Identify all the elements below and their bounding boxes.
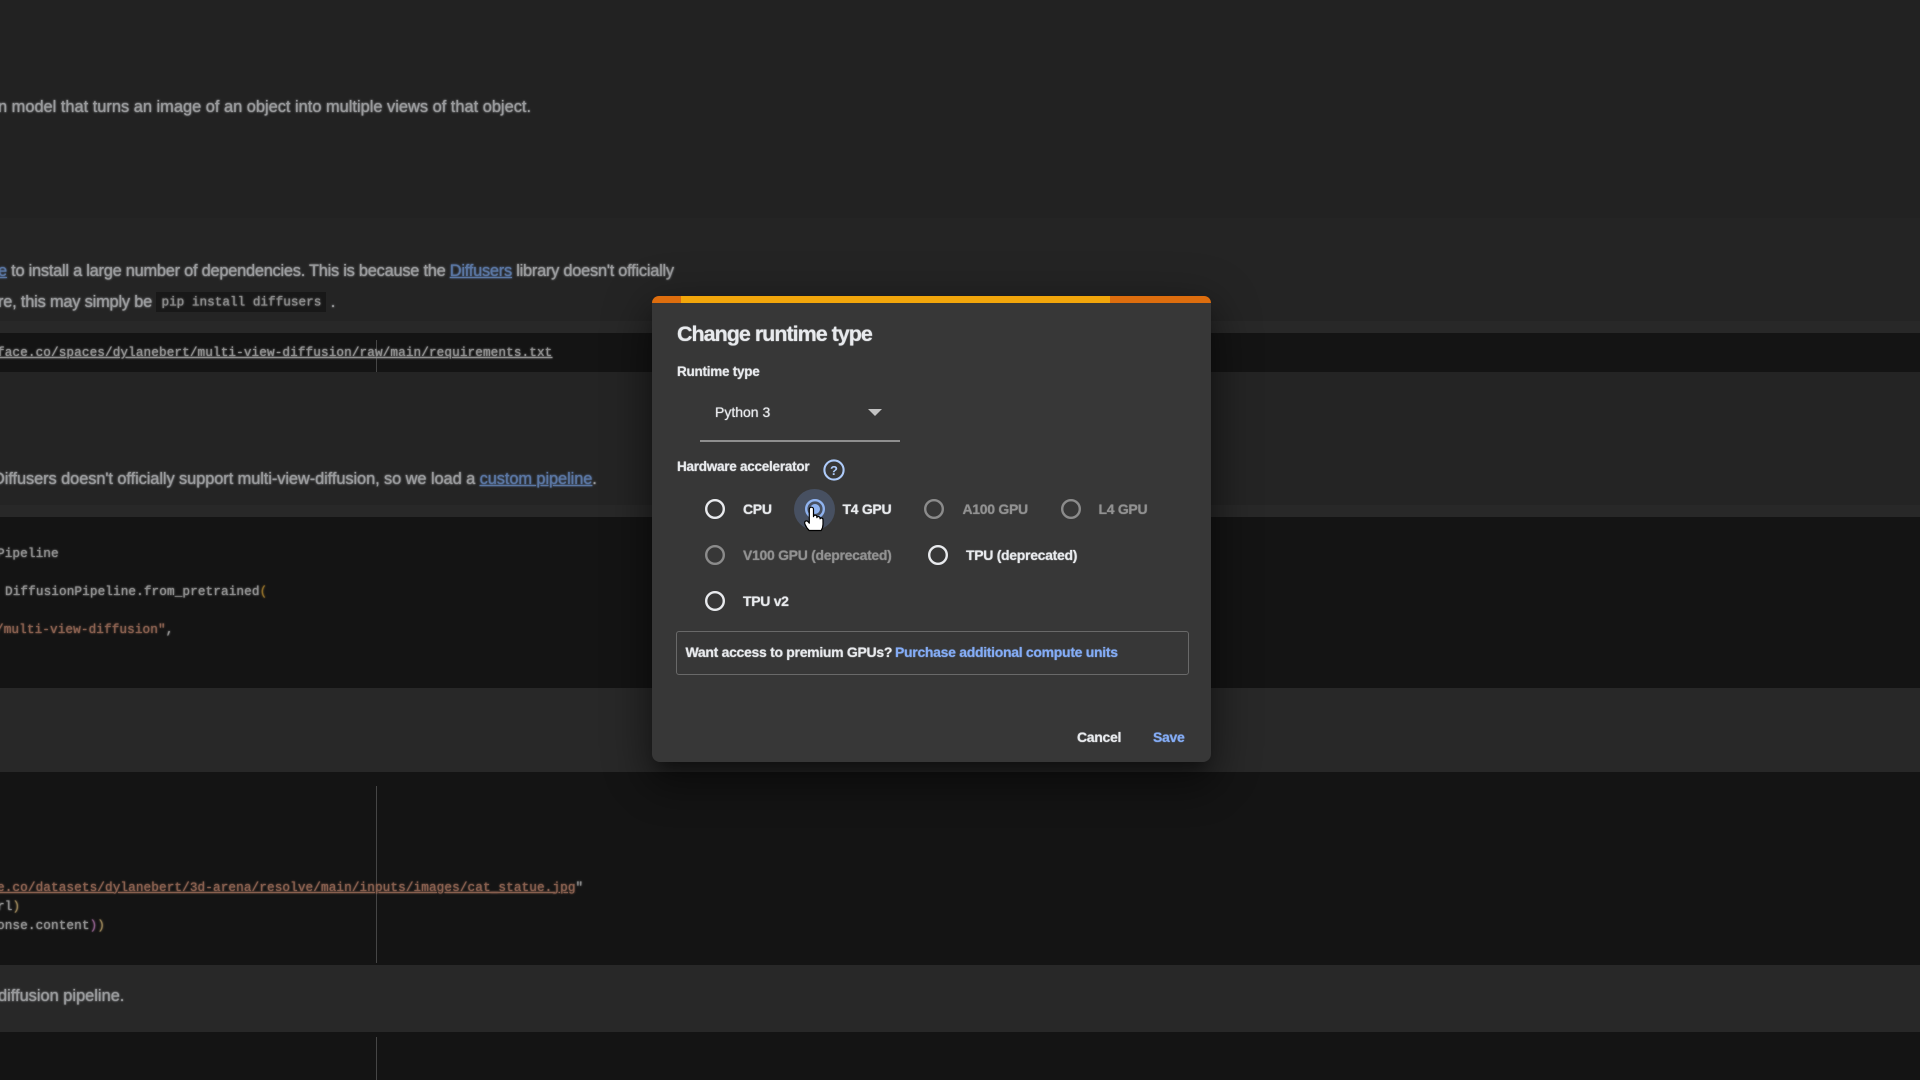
svg-text:?: ? [830,462,838,477]
